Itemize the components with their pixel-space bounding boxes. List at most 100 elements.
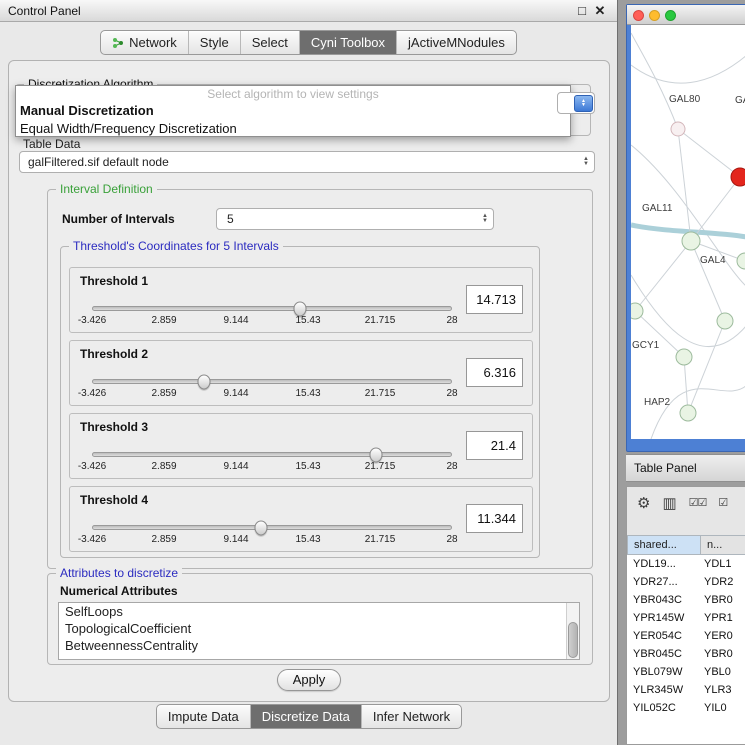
threshold-3-value-input[interactable]: 21.4: [466, 431, 523, 460]
threshold-2-slider-thumb[interactable]: [197, 374, 210, 389]
network-icon: [112, 37, 124, 49]
interval-definition-group-title: Interval Definition: [56, 182, 157, 196]
threshold-3-slider-thumb[interactable]: [369, 447, 382, 462]
tick-label: 2.859: [151, 534, 176, 545]
column-header-shared-name[interactable]: shared...: [627, 535, 701, 555]
list-item[interactable]: BetweennessCentrality: [59, 637, 579, 654]
algorithm-combobox[interactable]: ▲▼: [557, 92, 595, 114]
threshold-1-label: Threshold 1: [80, 274, 148, 288]
numerical-attributes-list[interactable]: SelfLoopsTopologicalCoefficientBetweenne…: [58, 602, 580, 660]
tab-infer-network[interactable]: Infer Network: [361, 705, 461, 728]
select-all-columns-icon[interactable]: ☑☑: [689, 496, 707, 511]
network-node[interactable]: [731, 168, 745, 186]
minimize-traffic-light-icon[interactable]: [649, 10, 660, 21]
threshold-4-value-input[interactable]: 11.344: [466, 504, 523, 533]
threshold-2-panel: Threshold 2 6.316 -3.4262.8599.14415.432…: [69, 340, 533, 406]
list-item[interactable]: SelfLoops: [59, 603, 579, 620]
table-row[interactable]: YDL19...YDL1: [627, 555, 745, 573]
tick-label: 21.715: [365, 388, 396, 399]
top-tabbar: Network Style Select Cyni Toolbox jActiv…: [0, 30, 617, 55]
network-node[interactable]: [717, 313, 733, 329]
threshold-3-slider-track[interactable]: [92, 452, 452, 457]
dropdown-option-equal-width-frequency[interactable]: Equal Width/Frequency Discretization: [16, 120, 570, 138]
tick-label: 28: [446, 534, 457, 545]
tab-impute-data-label: Impute Data: [168, 709, 239, 724]
tick-label: 28: [446, 461, 457, 472]
network-edge: [678, 129, 691, 241]
table-data-combobox[interactable]: galFiltered.sif default node ▲▼: [19, 151, 595, 173]
table-body: YDL19...YDL1YDR27...YDR2YBR043CYBR0YPR14…: [627, 555, 745, 744]
tick-label: 15.43: [295, 534, 320, 545]
dropdown-option-manual-discretization[interactable]: Manual Discretization: [16, 102, 570, 120]
network-canvas-svg: GAL80GAGAL11GAL4GCY1HAP2: [631, 25, 745, 439]
tick-label: 9.144: [223, 388, 248, 399]
tab-select[interactable]: Select: [240, 31, 299, 54]
close-window-icon[interactable]: ✕: [591, 0, 609, 22]
threshold-1-slider-thumb[interactable]: [293, 301, 306, 316]
network-edge: [678, 129, 740, 177]
network-canvas[interactable]: GAL80GAGAL11GAL4GCY1HAP2: [631, 25, 745, 439]
select-column-icon[interactable]: ☑: [718, 496, 727, 511]
scrollbar-thumb[interactable]: [568, 622, 578, 658]
tick-label: 2.859: [151, 388, 176, 399]
network-node[interactable]: [676, 349, 692, 365]
column-header-name[interactable]: n...: [701, 535, 745, 555]
table-row[interactable]: YBL079WYBL0: [627, 663, 745, 681]
bottom-tab-group: Impute Data Discretize Data Infer Networ…: [156, 704, 462, 729]
combobox-arrows-icon: ▲▼: [578, 157, 594, 167]
table-row[interactable]: YER054CYER0: [627, 627, 745, 645]
threshold-1-slider-track[interactable]: [92, 306, 452, 311]
tab-select-label: Select: [252, 35, 288, 50]
network-node[interactable]: [737, 253, 745, 269]
combobox-stepper-icon[interactable]: ▲▼: [574, 95, 593, 112]
zoom-traffic-light-icon[interactable]: [665, 10, 676, 21]
tick-label: 2.859: [151, 315, 176, 326]
table-panel-titlebar: Table Panel: [626, 454, 745, 482]
number-of-intervals-label: Number of Intervals: [62, 212, 175, 226]
columns-icon[interactable]: ▥: [662, 496, 676, 511]
network-node[interactable]: [680, 405, 696, 421]
tab-network[interactable]: Network: [101, 31, 188, 54]
tab-style[interactable]: Style: [188, 31, 240, 54]
network-node-label: GAL11: [642, 203, 673, 214]
threshold-1-value-input[interactable]: 14.713: [466, 285, 523, 314]
number-of-intervals-combobox[interactable]: 5 ▲▼: [216, 208, 494, 230]
network-node-label: GAL80: [669, 94, 701, 105]
cyni-toolbox-panel: Discretization Algorithm ▲▼ Select algor…: [8, 60, 610, 702]
close-traffic-light-icon[interactable]: [633, 10, 644, 21]
network-node[interactable]: [682, 232, 700, 250]
table-row[interactable]: YIL052CYIL0: [627, 699, 745, 717]
table-row[interactable]: YPR145WYPR1: [627, 609, 745, 627]
table-row[interactable]: YLR345WYLR3: [627, 681, 745, 699]
threshold-4-panel: Threshold 4 11.344 -3.4262.8599.14415.43…: [69, 486, 533, 552]
tick-label: 9.144: [223, 534, 248, 545]
tab-discretize-data-label: Discretize Data: [262, 709, 350, 724]
tab-impute-data[interactable]: Impute Data: [157, 705, 250, 728]
table-toolbar: ⚙▥☑☑☑: [627, 487, 745, 519]
tick-label: -3.426: [78, 534, 106, 545]
tab-network-label: Network: [129, 35, 177, 50]
threshold-1-panel: Threshold 1 14.713 -3.4262.8599.14415.43…: [69, 267, 533, 333]
tab-jactivemnodules[interactable]: jActiveMNodules: [396, 31, 516, 54]
table-row[interactable]: YBR043CYBR0: [627, 591, 745, 609]
threshold-3-scale: -3.4262.8599.14415.4321.71528: [92, 461, 452, 473]
network-node-label: GA: [735, 95, 745, 106]
network-node[interactable]: [631, 303, 643, 319]
tick-label: 21.715: [365, 315, 396, 326]
number-of-intervals-value: 5: [217, 212, 477, 226]
tab-cyni-toolbox[interactable]: Cyni Toolbox: [299, 31, 396, 54]
apply-button[interactable]: Apply: [277, 669, 341, 691]
threshold-2-slider-track[interactable]: [92, 379, 452, 384]
threshold-4-slider-thumb[interactable]: [255, 520, 268, 535]
gear-icon[interactable]: ⚙: [637, 496, 650, 511]
tab-discretize-data[interactable]: Discretize Data: [250, 705, 361, 728]
threshold-2-value-input[interactable]: 6.316: [466, 358, 523, 387]
table-row[interactable]: YDR27...YDR2: [627, 573, 745, 591]
list-scrollbar[interactable]: [566, 603, 579, 659]
threshold-4-slider-track[interactable]: [92, 525, 452, 530]
table-row[interactable]: YBR045CYBR0: [627, 645, 745, 663]
network-node[interactable]: [671, 122, 685, 136]
tick-label: -3.426: [78, 315, 106, 326]
list-item[interactable]: TopologicalCoefficient: [59, 620, 579, 637]
float-window-icon[interactable]: □: [573, 0, 591, 22]
